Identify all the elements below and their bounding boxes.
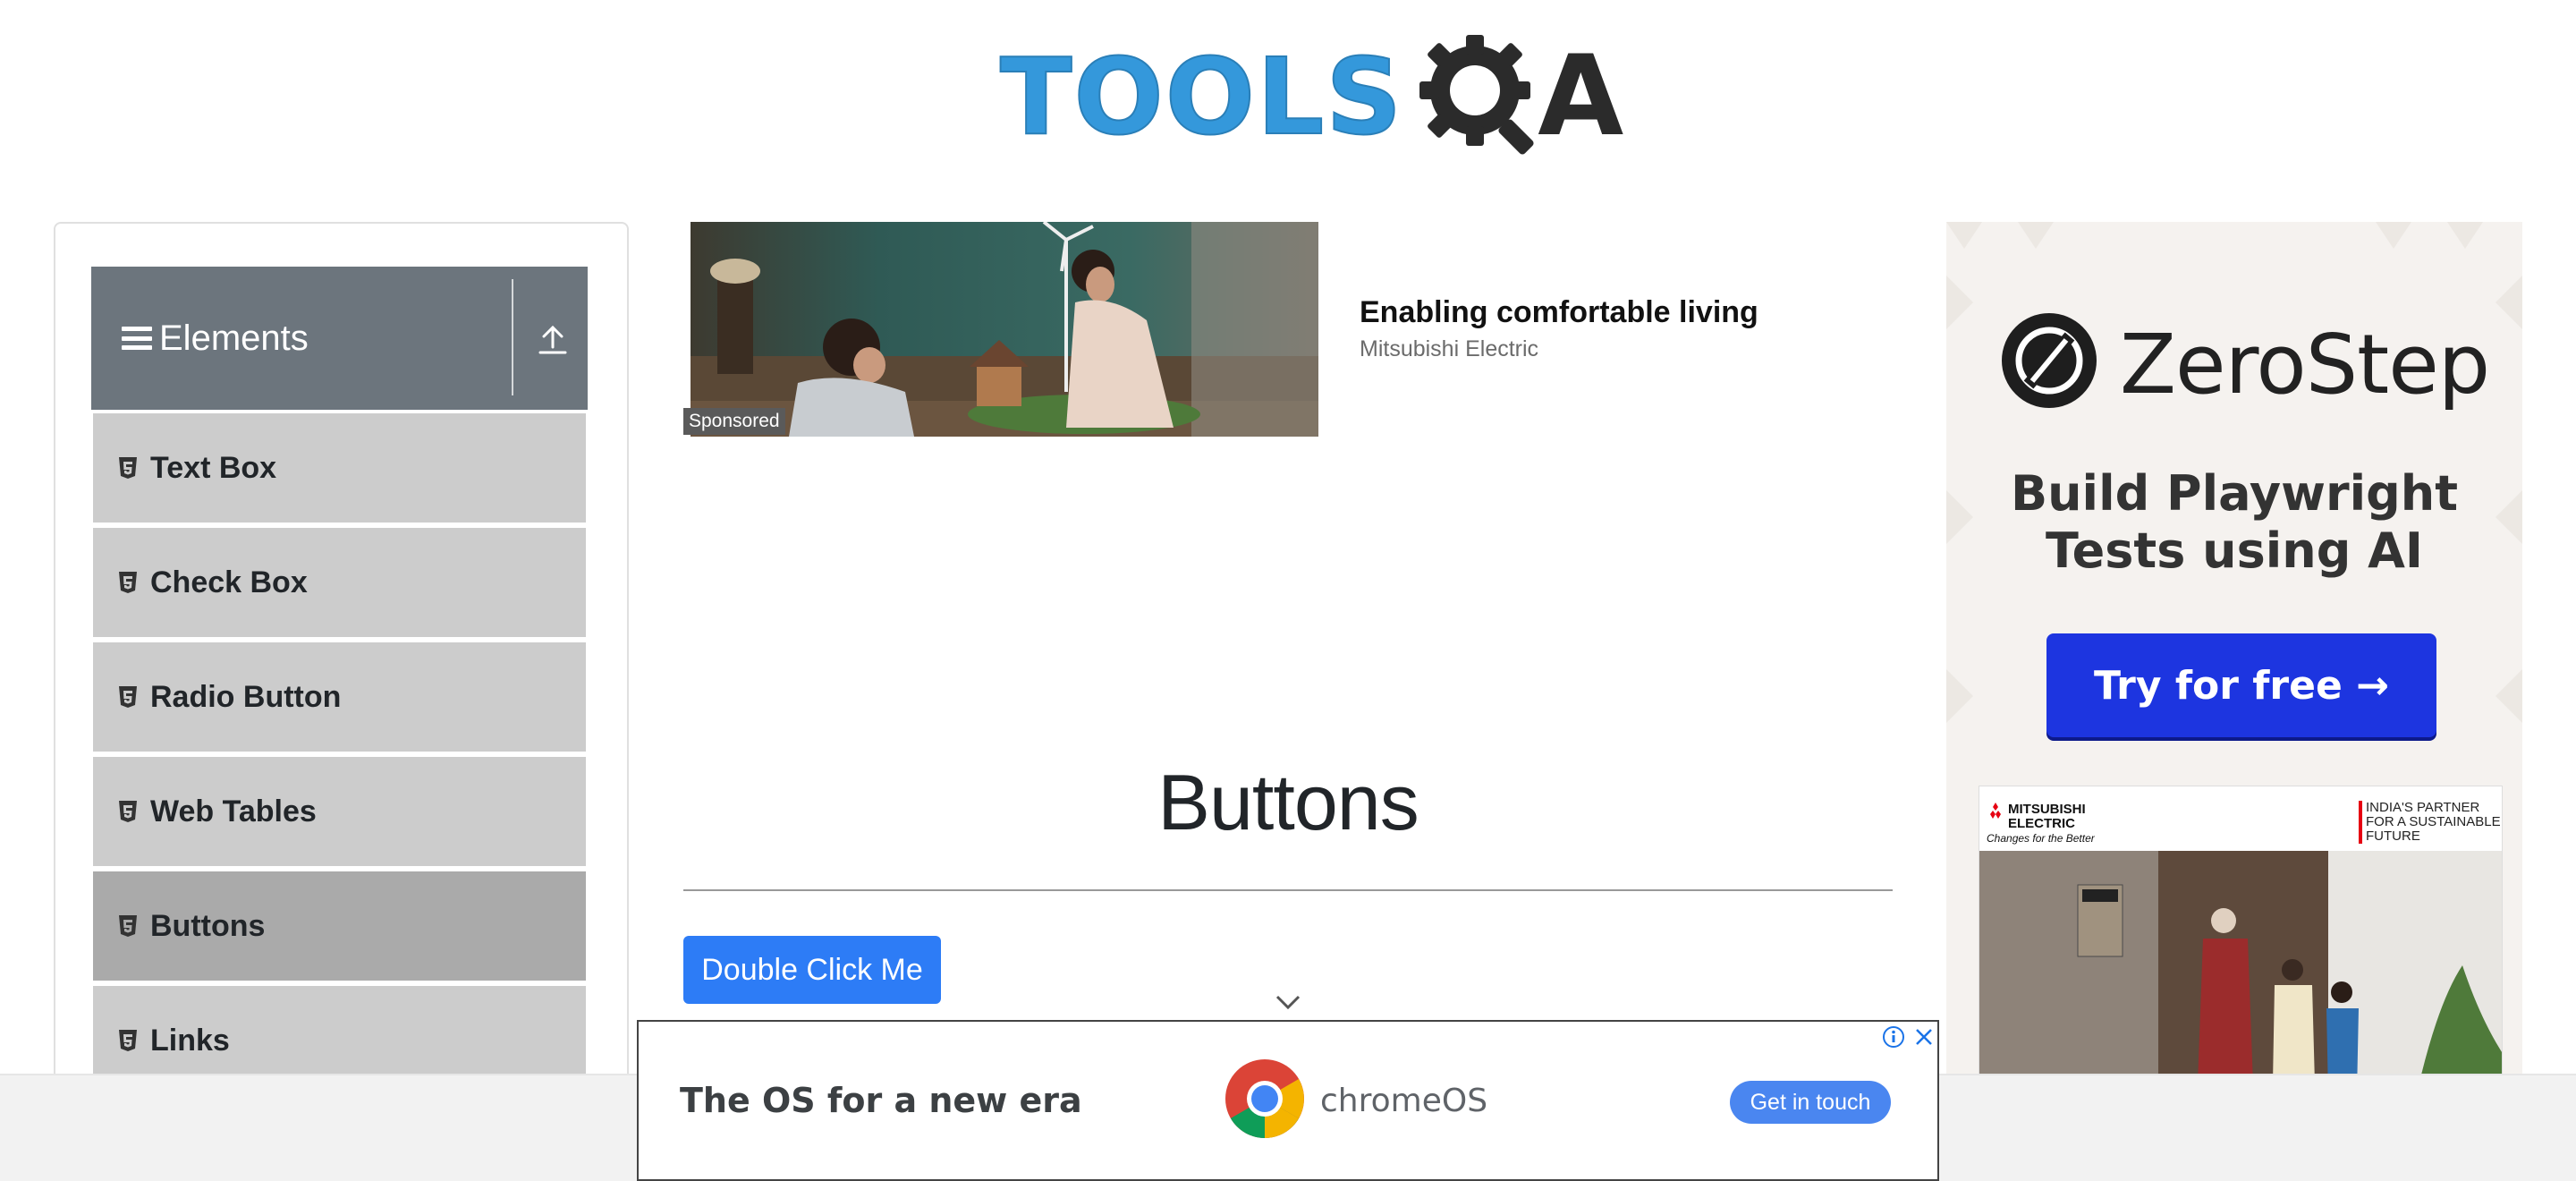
mitsu-right-line-2: FOR A SUSTAINABLE <box>2366 814 2501 829</box>
html5-icon <box>119 686 137 708</box>
toolsqa-logo[interactable]: TOOLS A <box>999 25 1623 168</box>
sidebar-item-text-box[interactable]: Text Box <box>93 412 586 523</box>
mitsu-slogan: Changes for the Better <box>1987 832 2095 845</box>
try-for-free-button[interactable]: Try for free → <box>2046 633 2436 737</box>
title-divider <box>683 889 1893 891</box>
sponsored-badge: Sponsored <box>683 408 785 435</box>
html5-icon <box>119 572 137 593</box>
zerostep-tagline: Build Playwright Tests using AI <box>1946 465 2522 580</box>
logo-text-a: A <box>1538 32 1624 161</box>
page-root: TOOLS A Elements Text Box Check Box Radi… <box>0 0 2576 1181</box>
mitsu-right-line-1: INDIA'S PARTNER <box>2366 800 2480 815</box>
collapse-arrow-up-icon[interactable] <box>537 322 569 356</box>
left-menu-panel: Elements Text Box Check Box Radio Button… <box>54 222 629 1181</box>
ad-headline[interactable]: Enabling comfortable living <box>1360 295 1758 330</box>
ad-info-icon[interactable] <box>1882 1025 1905 1049</box>
logo-text-tools: TOOLS <box>999 35 1404 158</box>
get-in-touch-button[interactable]: Get in touch <box>1730 1081 1891 1124</box>
mitsubishi-brand: MITSUBISHI ELECTRIC Changes for the Bett… <box>1983 801 2098 847</box>
sidebar-item-label: Text Box <box>150 450 277 485</box>
sidebar-item-label: Buttons <box>150 908 266 943</box>
sponsored-ad-image[interactable] <box>691 222 1318 437</box>
elements-group-header[interactable]: Elements <box>91 267 588 410</box>
page-title: Buttons <box>1157 758 1419 846</box>
chevron-down-icon[interactable] <box>1274 993 1302 1011</box>
double-click-button[interactable]: Double Click Me <box>683 936 941 1004</box>
ad-close-icon[interactable] <box>1912 1025 1936 1049</box>
chromeos-bottom-ad[interactable]: The OS for a new era chromeOS Get in tou… <box>637 1020 1939 1181</box>
ad-advertiser[interactable]: Mitsubishi Electric <box>1360 336 1538 362</box>
right-side-ad[interactable]: ZeroStep Build Playwright Tests using AI… <box>1946 222 2522 1181</box>
chromeos-product-name: chromeOS <box>1320 1083 1488 1119</box>
zerostep-logo-icon <box>2002 313 2097 408</box>
gear-magnifier-icon <box>1411 30 1545 164</box>
tagline-line-1: Build Playwright <box>2010 465 2459 522</box>
sidebar-item-label: Links <box>150 1023 230 1058</box>
mitsu-brand-line-2: ELECTRIC <box>2008 816 2075 831</box>
group-title: Elements <box>159 318 309 358</box>
sidebar-item-label: Check Box <box>150 565 308 599</box>
html5-icon <box>119 915 137 937</box>
sidebar-item-radio-button[interactable]: Radio Button <box>93 641 586 752</box>
zerostep-brand: ZeroStep <box>2120 317 2490 412</box>
sidebar-item-label: Web Tables <box>150 794 317 828</box>
sidebar-item-check-box[interactable]: Check Box <box>93 526 586 637</box>
html5-icon <box>119 457 137 479</box>
sidebar-item-label: Radio Button <box>150 679 342 714</box>
chrome-logo-icon <box>1225 1059 1304 1138</box>
tagline-line-2: Tests using AI <box>2045 523 2424 579</box>
mitsubishi-partner-text: INDIA'S PARTNER FOR A SUSTAINABLE FUTURE <box>2359 801 2501 844</box>
sidebar-item-buttons[interactable]: Buttons <box>93 870 586 981</box>
header-divider <box>512 279 513 395</box>
sidebar-item-web-tables[interactable]: Web Tables <box>93 755 586 866</box>
mitsu-right-line-3: FUTURE <box>2366 828 2420 844</box>
html5-icon <box>119 1030 137 1051</box>
chromeos-headline[interactable]: The OS for a new era <box>680 1081 1082 1120</box>
html5-icon <box>119 801 137 822</box>
hamburger-icon <box>122 327 152 350</box>
mitsubishi-diamonds-icon <box>1990 803 2001 819</box>
